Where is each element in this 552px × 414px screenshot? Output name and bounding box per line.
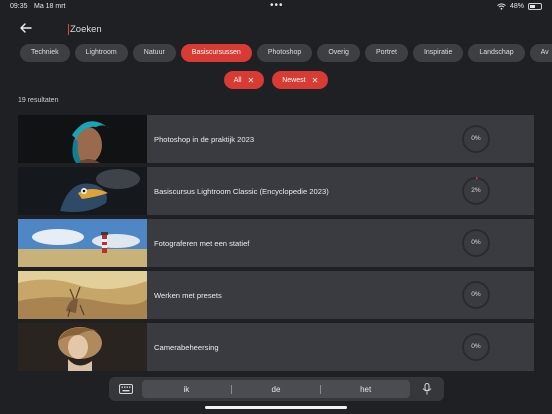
home-indicator[interactable]	[205, 406, 347, 409]
category-chip[interactable]: Portret	[364, 44, 408, 62]
course-list: Photoshop in de praktijk 2023 0% Basiscurs…	[18, 115, 534, 375]
progress-label: 0%	[471, 343, 481, 350]
progress-ring: 2%	[460, 175, 492, 207]
search-input[interactable]: Zoeken	[68, 21, 508, 37]
keyboard-suggestions: ik de het	[142, 380, 410, 398]
progress-ring: 0%	[460, 227, 492, 259]
progress-label: 0%	[471, 291, 481, 298]
suggestion-2[interactable]: de	[232, 385, 321, 394]
category-chips: Techniek Lightroom Natuur Basiscursussen Pho…	[20, 44, 552, 62]
course-row[interactable]: Photoshop in de praktijk 2023 0%	[18, 115, 534, 163]
filter-label: Newest	[282, 76, 306, 84]
category-chip[interactable]: Techniek	[20, 44, 70, 62]
progress-ring: 0%	[460, 331, 492, 363]
suggestion-3[interactable]: het	[321, 385, 410, 394]
close-icon[interactable]: ✕	[312, 76, 319, 85]
course-row[interactable]: Camerabeheersing 0%	[18, 323, 534, 371]
progress-ring: 0%	[460, 123, 492, 155]
back-button[interactable]	[18, 20, 34, 36]
multitasking-dots-icon[interactable]: •••	[270, 0, 284, 11]
filter-chip[interactable]: All ✕	[223, 71, 265, 89]
course-thumbnail	[18, 323, 147, 371]
status-date: Ma 18 mrt	[34, 3, 66, 10]
course-thumbnail	[18, 219, 147, 267]
active-filters: All ✕ Newest ✕	[0, 71, 552, 89]
status-right: 48%	[497, 3, 542, 10]
category-chip[interactable]: Inspiratie	[412, 44, 464, 62]
microphone-icon[interactable]	[422, 383, 432, 395]
progress-label: 0%	[471, 135, 481, 142]
category-chip[interactable]: Lightroom	[74, 44, 128, 62]
wifi-icon	[497, 3, 506, 10]
results-count: 19 resultaten	[18, 97, 59, 104]
progress-label: 2%	[471, 187, 481, 194]
close-icon[interactable]: ✕	[248, 76, 255, 85]
progress-ring: 0%	[460, 279, 492, 311]
filter-chip[interactable]: Newest ✕	[272, 71, 329, 89]
category-chip[interactable]: Photoshop	[256, 44, 313, 62]
course-row[interactable]: Basiscursus Lightroom Classic (Encyclope…	[18, 167, 534, 215]
battery-icon	[528, 3, 542, 10]
suggestion-1[interactable]: ik	[142, 385, 231, 394]
arrow-left-icon	[20, 23, 32, 33]
keyboard-icon[interactable]	[119, 384, 133, 394]
course-row[interactable]: Fotograferen met een statief 0%	[18, 219, 534, 267]
keyboard-bar: ik de het	[109, 377, 444, 401]
course-thumbnail	[18, 271, 147, 319]
course-thumbnail	[18, 167, 147, 215]
progress-label: 0%	[471, 239, 481, 246]
category-chip[interactable]: Landschap	[468, 44, 525, 62]
status-time: 09:35	[10, 3, 28, 10]
category-chip[interactable]: Basiscursussen	[180, 44, 252, 62]
filter-label: All	[233, 76, 242, 84]
search-text: Zoeken	[70, 23, 102, 35]
course-thumbnail	[18, 115, 147, 163]
status-bar: 09:35 Ma 18 mrt ••• 48%	[0, 0, 552, 14]
search-header: Zoeken	[0, 18, 552, 40]
battery-percent: 48%	[509, 3, 524, 10]
category-chip[interactable]: Av	[529, 44, 552, 62]
category-chip[interactable]: Natuur	[132, 44, 176, 62]
course-row[interactable]: Werken met presets 0%	[18, 271, 534, 319]
category-chip[interactable]: Overig	[317, 44, 360, 62]
text-caret	[68, 23, 69, 35]
